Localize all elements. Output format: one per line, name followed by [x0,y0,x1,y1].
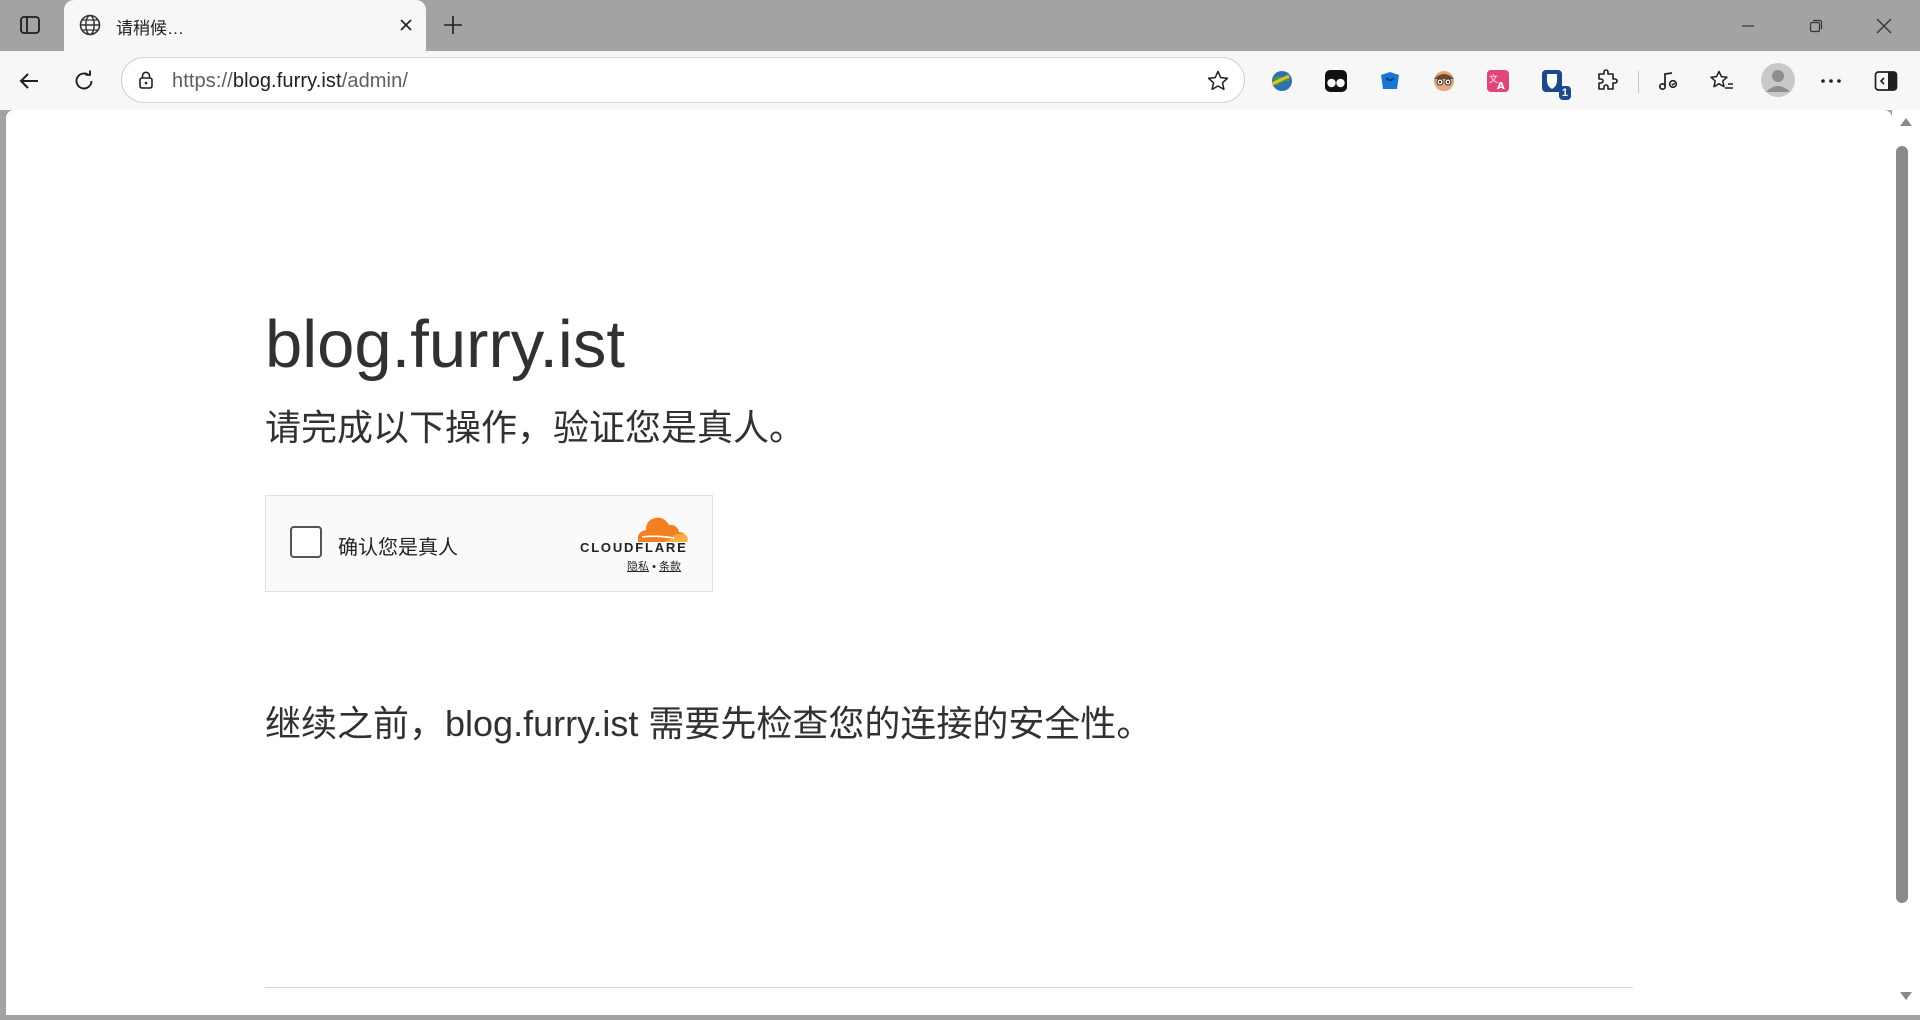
profile-button[interactable] [1758,60,1798,100]
page-title: blog.furry.ist [265,307,625,382]
translate-extension-button[interactable]: 文A [1481,64,1515,98]
minimize-icon [1742,24,1754,27]
address-bar[interactable]: https://blog.furry.ist/admin/ [121,57,1245,103]
star-icon [1207,70,1229,91]
tab-actions-button[interactable] [12,8,48,42]
url-host: blog.furry.ist [232,70,342,92]
close-window-icon [1876,18,1892,33]
footer-divider [265,987,1633,988]
security-check-text: 继续之前，blog.furry.ist 需要先检查您的连接的安全性。 [265,703,1153,744]
privacy-link[interactable]: 隐私 [627,561,649,573]
cloudflare-links: 隐私 • 条款 [627,558,681,574]
music-note-icon [1658,72,1678,91]
toolbar-separator [1638,71,1639,93]
translate-extension-icon: 文A [1487,70,1509,92]
extensions-icon [1598,69,1618,90]
svg-text:A: A [1497,81,1505,92]
favorites-button[interactable] [1705,64,1739,98]
tab-actions-icon [20,16,40,34]
browser-toolbar: https://blog.furry.ist/admin/ 文A 1 [0,51,1920,110]
back-arrow-icon [19,73,38,89]
bitwarden-badge: 1 [1558,86,1571,100]
more-dots-icon [1821,79,1841,83]
settings-more-button[interactable] [1814,64,1848,98]
tab-title: 请稍候… [116,19,184,38]
avatar-icon [1761,63,1795,97]
sidebar-icon [1874,71,1898,91]
verify-human-checkbox[interactable] [290,526,322,558]
page-scrollbar[interactable] [1892,110,1920,1015]
page-content: blog.furry.ist 请完成以下操作，验证您是真人。 确认您是真人 CL… [6,110,1892,1015]
terms-link[interactable]: 条款 [659,561,681,573]
globe-extension-icon [1271,71,1292,91]
tampermonkey-icon [1325,70,1347,92]
cloudflare-turnstile-widget: 确认您是真人 CLOUDFLARE 隐私 • 条款 [265,495,713,592]
verification-lead-text: 请完成以下操作，验证您是真人。 [265,407,806,448]
globe-extension-button[interactable] [1265,64,1299,98]
tampermonkey-button[interactable] [1319,64,1353,98]
media-control-button[interactable] [1651,64,1685,98]
favorites-star-list-icon [1710,70,1733,89]
refresh-icon [75,70,93,90]
site-info-lock-icon[interactable] [134,68,158,92]
tab-close-button[interactable] [392,11,420,39]
link-separator: • [652,561,656,573]
back-button[interactable] [9,61,49,101]
sidebar-toggle-button[interactable] [1869,64,1903,98]
new-tab-button[interactable] [436,8,470,42]
blue-box-extension-button[interactable] [1373,64,1407,98]
minimize-button[interactable] [1714,0,1782,51]
url-scheme: https:// [172,70,233,92]
extensions-button[interactable] [1590,64,1624,98]
refresh-button[interactable] [64,61,104,101]
favorite-star-button[interactable] [1204,67,1232,95]
plus-icon [444,16,462,34]
scroll-up-arrow-icon[interactable] [1900,118,1912,126]
verify-human-label[interactable]: 确认您是真人 [338,531,458,560]
close-icon [400,19,412,31]
restore-button[interactable] [1782,0,1850,51]
cloudflare-wordmark: CLOUDFLARE [580,540,688,555]
active-tab[interactable]: 请稍候… [64,0,426,51]
url-text: https://blog.furry.ist/admin/ [172,70,408,93]
scrollbar-thumb[interactable] [1896,146,1908,903]
globe-icon [78,13,102,37]
blue-box-extension-icon [1381,72,1399,89]
url-path: /admin/ [341,70,408,92]
face-extension-icon [1434,71,1454,91]
face-extension-button[interactable] [1427,64,1461,98]
restore-icon [1809,19,1823,32]
tab-strip: 请稍候… [0,0,1920,51]
close-window-button[interactable] [1850,0,1918,51]
window-bottom-edge [0,1015,1920,1020]
bitwarden-button[interactable]: 1 [1535,64,1571,100]
scroll-down-arrow-icon[interactable] [1900,992,1912,1000]
